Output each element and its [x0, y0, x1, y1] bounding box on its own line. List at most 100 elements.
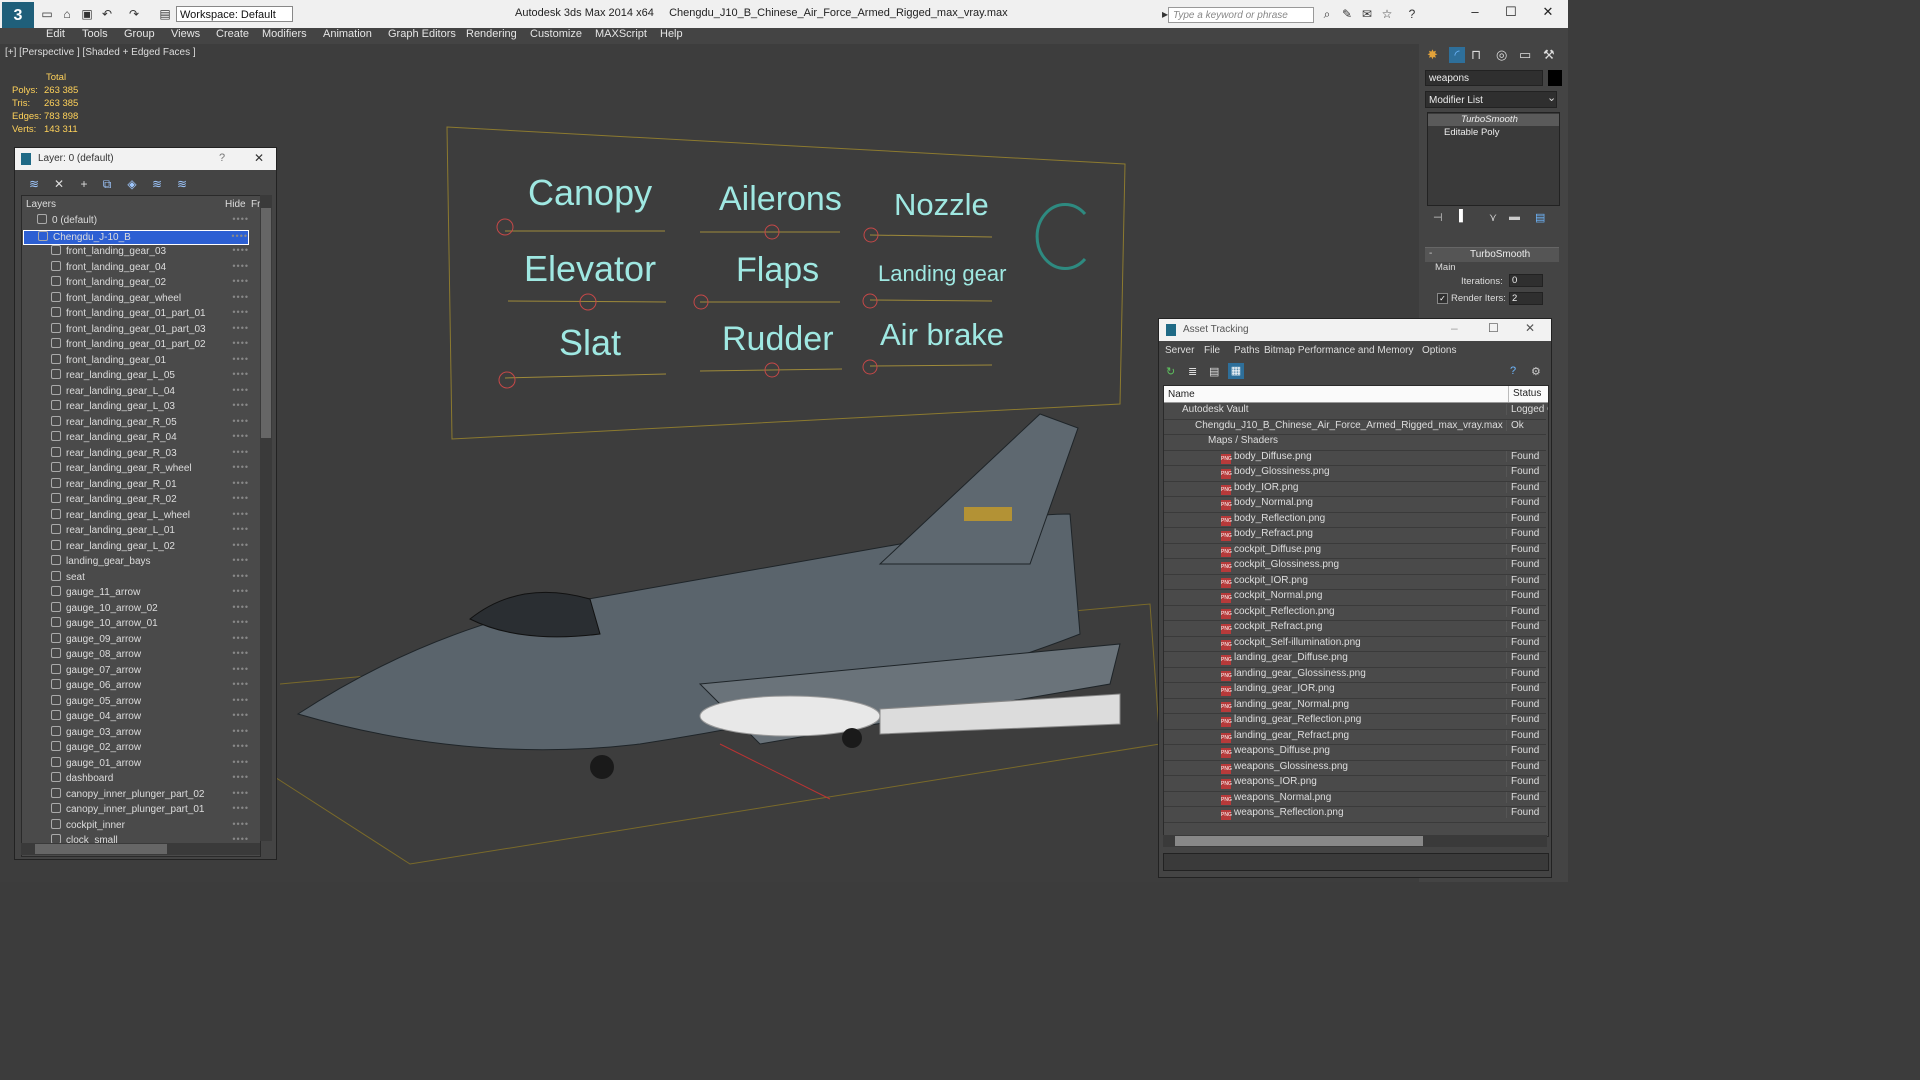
layer-row[interactable]: front_landing_gear_01_part_03 •••• [23, 322, 249, 338]
layer-panel-titlebar[interactable]: Layer: 0 (default) ? ✕ [15, 148, 276, 170]
freeze-toggle[interactable]: •••• [231, 231, 248, 241]
freeze-toggle[interactable]: •••• [232, 540, 249, 550]
minimize-button[interactable]: – [1460, 4, 1490, 22]
asset-row[interactable]: PNG landing_gear_Glossiness.png Found [1164, 667, 1546, 683]
freeze-toggle[interactable]: •••• [232, 726, 249, 736]
freeze-toggle[interactable]: •••• [232, 757, 249, 767]
layer-row[interactable]: gauge_02_arrow •••• [23, 741, 249, 756]
list-view-icon[interactable]: ≣ [1188, 365, 1197, 378]
layer-row[interactable]: rear_landing_gear_R_03 •••• [23, 446, 249, 462]
layer-row[interactable]: landing_gear_bays •••• [23, 555, 249, 570]
freeze-toggle[interactable]: •••• [232, 276, 249, 286]
layer-row[interactable]: gauge_09_arrow •••• [23, 632, 249, 648]
select-objects-icon[interactable]: ⧉ [98, 176, 116, 192]
app-logo-icon[interactable]: 3 [2, 2, 34, 30]
freeze-toggle[interactable]: •••• [232, 803, 249, 813]
asset-row[interactable]: PNG body_Refract.png Found [1164, 527, 1546, 544]
asset-row[interactable]: PNG cockpit_Glossiness.png Found [1164, 558, 1546, 575]
asset-help-icon[interactable]: ? [1510, 365, 1516, 377]
table-view-icon[interactable]: ▦ [1228, 363, 1244, 379]
render-iters-spinner[interactable]: 2 [1509, 292, 1543, 305]
create-tab-icon[interactable]: ✸ [1427, 47, 1438, 63]
chevron-down-icon[interactable]: ⌄ [1547, 91, 1556, 104]
layer-row[interactable]: gauge_01_arrow •••• [23, 756, 249, 772]
freeze-toggle[interactable]: •••• [232, 323, 249, 333]
menu-modifiers[interactable]: Modifiers [262, 28, 307, 40]
freeze-toggle[interactable]: •••• [232, 679, 249, 689]
layer-row[interactable]: 0 (default) •••• [23, 214, 249, 229]
asset-menu-options[interactable]: Options [1422, 345, 1456, 356]
project-folder-icon[interactable]: ▤ [158, 7, 172, 21]
layer-row[interactable]: Chengdu_J-10_B •••• [23, 229, 249, 245]
layer-panel-help-button[interactable]: ? [219, 152, 225, 164]
layer-row[interactable]: gauge_08_arrow •••• [23, 648, 249, 663]
freeze-toggle[interactable]: •••• [232, 710, 249, 720]
tree-view-icon[interactable]: ▤ [1209, 365, 1219, 378]
menu-maxscript[interactable]: MAXScript [595, 28, 647, 40]
configure-modifier-sets-icon[interactable]: ▤ [1535, 211, 1545, 224]
layer-row[interactable]: front_landing_gear_01 •••• [23, 353, 249, 369]
layer-row[interactable]: rear_landing_gear_R_01 •••• [23, 477, 249, 493]
asset-row[interactable]: PNG weapons_IOR.png Found [1164, 775, 1546, 792]
asset-row[interactable]: PNG cockpit_Diffuse.png Found [1164, 543, 1546, 559]
freeze-toggle[interactable]: •••• [232, 602, 249, 612]
asset-row[interactable]: PNG body_Reflection.png Found [1164, 512, 1546, 528]
col-layers[interactable]: Layers [26, 199, 56, 210]
layer-row[interactable]: gauge_03_arrow •••• [23, 725, 249, 741]
iterations-spinner[interactable]: 0 [1509, 274, 1543, 287]
asset-menu-file[interactable]: File [1204, 345, 1220, 356]
make-unique-icon[interactable]: ⋎ [1489, 211, 1497, 224]
menu-edit[interactable]: Edit [46, 28, 65, 40]
highlight-layer-icon[interactable]: ◈ [123, 176, 141, 192]
asset-row[interactable]: PNG body_Diffuse.png Found [1164, 450, 1546, 466]
layer-row[interactable]: dashboard •••• [23, 772, 249, 787]
add-to-layer-icon[interactable]: + [75, 176, 93, 192]
freeze-toggle[interactable]: •••• [232, 447, 249, 457]
layer-row[interactable]: gauge_11_arrow •••• [23, 586, 249, 601]
asset-row[interactable]: PNG weapons_Normal.png Found [1164, 791, 1546, 807]
rollout-turbosmooth-header[interactable]: - TurboSmooth [1425, 247, 1559, 262]
layer-row[interactable]: rear_landing_gear_R_04 •••• [23, 431, 249, 446]
menu-help[interactable]: Help [660, 28, 683, 40]
layer-row[interactable]: gauge_05_arrow •••• [23, 694, 249, 710]
modify-tab-icon[interactable]: ◜ [1449, 47, 1465, 63]
asset-path-field[interactable] [1163, 853, 1549, 871]
asset-row[interactable]: PNG landing_gear_Normal.png Found [1164, 698, 1546, 714]
freeze-toggle[interactable]: •••• [232, 354, 249, 364]
freeze-toggle[interactable]: •••• [232, 416, 249, 426]
motion-tab-icon[interactable]: ◎ [1496, 47, 1507, 63]
layer-row[interactable]: front_landing_gear_01_part_02 •••• [23, 338, 249, 353]
show-end-result-icon[interactable]: ▌ [1459, 210, 1467, 222]
open-file-icon[interactable]: ⌂ [60, 7, 74, 21]
layer-row[interactable]: rear_landing_gear_L_04 •••• [23, 384, 249, 400]
asset-row[interactable]: PNG weapons_Diffuse.png Found [1164, 744, 1546, 761]
asset-row[interactable]: Autodesk Vault Logged O [1164, 403, 1548, 420]
asset-row[interactable]: PNG weapons_Glossiness.png Found [1164, 760, 1546, 776]
maximize-button[interactable]: ☐ [1496, 4, 1526, 22]
freeze-toggle[interactable]: •••• [232, 431, 249, 441]
communication-icon[interactable]: ✉ [1360, 7, 1374, 21]
asset-row[interactable]: PNG weapons_Reflection.png Found [1164, 806, 1546, 823]
asset-row[interactable]: PNG landing_gear_IOR.png Found [1164, 682, 1546, 699]
layer-hscroll-thumb[interactable] [35, 844, 167, 854]
freeze-toggle[interactable]: •••• [232, 261, 249, 271]
asset-row[interactable]: PNG landing_gear_Diffuse.png Found [1164, 651, 1546, 668]
freeze-toggle[interactable]: •••• [232, 819, 249, 829]
asset-row[interactable]: PNG cockpit_Refract.png Found [1164, 620, 1546, 637]
layer-row[interactable]: gauge_10_arrow_01 •••• [23, 617, 249, 632]
freeze-toggle[interactable]: •••• [232, 633, 249, 643]
asset-row[interactable]: PNG landing_gear_Reflection.png Found [1164, 713, 1546, 730]
col-hide[interactable]: Hide [225, 199, 246, 210]
render-iters-checkbox[interactable]: ✓ [1437, 293, 1448, 304]
search-input[interactable]: Type a keyword or phrase [1168, 7, 1314, 23]
utilities-tab-icon[interactable]: ⚒ [1543, 47, 1555, 63]
asset-row[interactable]: Chengdu_J10_B_Chinese_Air_Force_Armed_Ri… [1164, 419, 1546, 435]
stack-item-turbosmooth[interactable]: TurboSmooth [1428, 114, 1559, 126]
freeze-toggle[interactable]: •••• [232, 664, 249, 674]
asset-row[interactable]: Maps / Shaders [1164, 434, 1546, 451]
asset-close-button[interactable]: ✕ [1525, 321, 1535, 335]
col-name[interactable]: Name [1168, 389, 1195, 400]
layer-row[interactable]: rear_landing_gear_L_wheel •••• [23, 508, 249, 524]
asset-hscroll-thumb[interactable] [1175, 836, 1423, 846]
layer-row[interactable]: rear_landing_gear_L_02 •••• [23, 539, 249, 555]
